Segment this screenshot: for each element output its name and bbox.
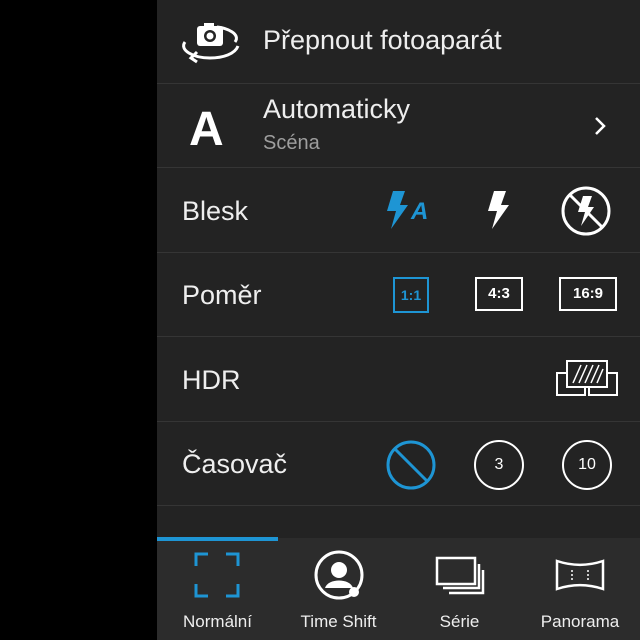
ratio-16-9-option[interactable]: 16:9 (559, 277, 617, 311)
tab-time-shift-label: Time Shift (300, 612, 377, 631)
tab-burst-label: Série (439, 612, 480, 631)
hdr-label: HDR (182, 365, 241, 395)
flash-auto-icon[interactable]: A (385, 189, 437, 231)
switch-camera-icon (182, 23, 240, 64)
ratio-label: Poměr (182, 280, 262, 310)
burst-icon (435, 556, 485, 595)
flash-label: Blesk (182, 196, 249, 226)
timer-3-option[interactable]: 3 (474, 440, 524, 490)
hdr-icon[interactable] (555, 357, 619, 399)
switch-camera-row[interactable]: Přepnout fotoaparát (157, 0, 640, 84)
active-tab-indicator (157, 537, 278, 541)
flash-on-icon[interactable] (484, 189, 514, 231)
flash-row: Blesk A (157, 168, 640, 253)
timer-off-icon[interactable] (385, 439, 437, 491)
scene-mode-letter: A (189, 103, 224, 156)
chevron-right-icon (595, 117, 606, 135)
ratio-row: Poměr 1:1 4:3 16:9 (157, 253, 640, 337)
time-shift-icon (314, 550, 364, 600)
timer-label: Časovač (182, 449, 288, 479)
tab-normal[interactable]: Normální (157, 538, 278, 640)
tab-time-shift[interactable]: Time Shift (278, 538, 399, 640)
scene-subtitle: Scéna (263, 132, 320, 154)
ratio-1-1-option[interactable]: 1:1 (393, 277, 429, 313)
timer-10-option[interactable]: 10 (562, 440, 612, 490)
camera-settings-panel: Přepnout fotoaparát A Automaticky Scéna … (157, 0, 640, 640)
switch-camera-label: Přepnout fotoaparát (263, 25, 502, 55)
camera-mode-bar: Normální Time Shift Série Panorama (157, 538, 640, 640)
panorama-icon (555, 559, 605, 591)
ratio-4-3-option[interactable]: 4:3 (475, 277, 523, 311)
hdr-row: HDR (157, 337, 640, 422)
scene-row[interactable]: A Automaticky Scéna (157, 84, 640, 168)
tab-panorama[interactable]: Panorama (520, 538, 640, 640)
flash-off-icon[interactable] (561, 186, 611, 236)
timer-row: Časovač 3 10 (157, 422, 640, 506)
scene-title: Automaticky (263, 94, 411, 124)
normal-frame-icon (194, 552, 240, 598)
tab-panorama-label: Panorama (540, 612, 620, 631)
tab-normal-label: Normální (183, 612, 252, 631)
tab-burst[interactable]: Série (399, 538, 520, 640)
svg-text:A: A (410, 198, 428, 225)
